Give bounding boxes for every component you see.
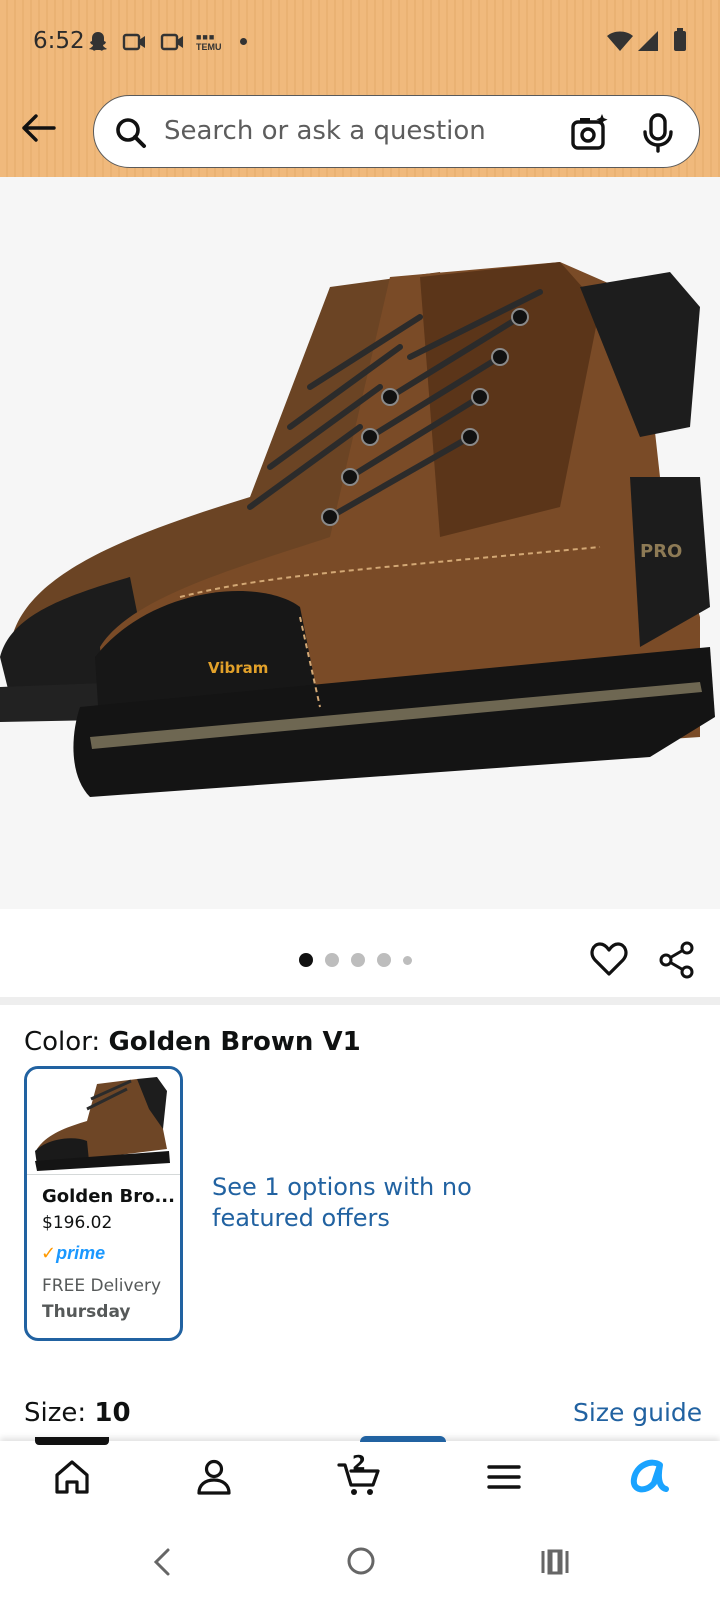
gallery-controls	[0, 909, 720, 997]
size-selector-label: Size: 10	[24, 1398, 131, 1428]
camera-search-button[interactable]	[570, 113, 610, 158]
carousel-dots[interactable]	[299, 953, 412, 967]
hamburger-menu-icon	[487, 1465, 521, 1489]
prime-badge: ✓prime	[41, 1243, 106, 1263]
nav-cart[interactable]: 2	[330, 1451, 390, 1507]
wifi-icon	[606, 30, 634, 57]
chevron-left-icon	[153, 1548, 170, 1576]
circle-home-icon	[347, 1547, 375, 1575]
swatch-price: $196.02	[42, 1213, 113, 1233]
nav-menu[interactable]	[474, 1457, 534, 1507]
size-label: Size:	[24, 1398, 95, 1428]
camera-sparkle-icon	[571, 114, 608, 150]
rufus-ai-icon	[630, 1459, 669, 1493]
heart-icon	[590, 942, 628, 976]
status-bar: 6:52 ■■■ TEMU	[0, 0, 720, 84]
scroll-peek-element	[360, 1436, 446, 1442]
app-header: 6:52 ■■■ TEMU Search or ask a question	[0, 0, 720, 177]
home-icon	[55, 1460, 89, 1494]
svg-text:Vibram: Vibram	[208, 659, 268, 677]
system-home-button[interactable]	[346, 1546, 376, 1581]
search-bar[interactable]: Search or ask a question	[93, 95, 700, 168]
temu-app-icon: ■■■ TEMU	[196, 32, 222, 52]
share-icon	[659, 941, 694, 979]
color-swatch-golden-brown[interactable]: Golden Bro... $196.02 ✓prime FREE Delive…	[24, 1066, 183, 1341]
nav-account[interactable]	[184, 1457, 244, 1507]
color-label: Color:	[24, 1027, 109, 1057]
size-guide-link[interactable]: Size guide	[573, 1398, 702, 1427]
recents-icon	[541, 1549, 569, 1575]
search-icon	[114, 116, 148, 155]
back-button[interactable]	[16, 106, 60, 150]
active-tab-indicator	[35, 1437, 109, 1445]
section-divider	[0, 997, 720, 1005]
see-options-link[interactable]: See 1 options with no featured offers	[212, 1172, 472, 1234]
bottom-navigation: 2	[0, 1436, 720, 1521]
swatch-delivery-day: Thursday	[42, 1302, 131, 1322]
color-value: Golden Brown V1	[108, 1027, 361, 1057]
person-icon	[197, 1459, 231, 1495]
prime-check-icon: ✓	[41, 1243, 57, 1263]
status-time: 6:52	[33, 28, 85, 54]
carousel-dot-3[interactable]	[351, 953, 365, 967]
voice-search-button[interactable]	[640, 113, 676, 158]
video-call-icon	[122, 30, 148, 59]
color-selector-label: Color: Golden Brown V1	[24, 1027, 361, 1057]
battery-icon	[673, 28, 687, 57]
system-back-button[interactable]	[150, 1547, 174, 1582]
carousel-dot-5[interactable]	[403, 955, 412, 965]
carousel-dot-4[interactable]	[377, 953, 391, 967]
video-call-icon-2	[160, 30, 186, 59]
search-input[interactable]: Search or ask a question	[164, 116, 486, 146]
amazon-product-page: 6:52 ■■■ TEMU Search or ask a question V…	[0, 0, 720, 1600]
cart-count-badge: 2	[352, 1451, 366, 1475]
swatch-delivery: FREE Delivery	[42, 1276, 162, 1296]
notification-dot	[240, 38, 247, 45]
share-button[interactable]	[658, 941, 696, 984]
system-recents-button[interactable]	[540, 1547, 570, 1582]
cellular-signal-icon	[636, 30, 660, 57]
system-navigation-bar	[0, 1521, 720, 1600]
boot-thumbnail-image	[35, 1077, 170, 1171]
swatch-name: Golden Bro...	[42, 1186, 175, 1207]
product-image-carousel[interactable]: Vibram PRO	[0, 177, 720, 909]
work-boot-image: Vibram PRO	[0, 262, 715, 797]
nav-rufus-ai[interactable]	[618, 1457, 678, 1507]
carousel-dot-1[interactable]	[299, 953, 313, 967]
back-arrow-icon	[22, 114, 56, 142]
carousel-dot-2[interactable]	[325, 953, 339, 967]
wishlist-button[interactable]	[590, 941, 628, 982]
snapchat-icon	[86, 30, 110, 59]
nav-home[interactable]	[42, 1457, 102, 1507]
svg-text:PRO: PRO	[640, 541, 682, 562]
swatch-thumbnail	[27, 1069, 180, 1175]
size-value: 10	[94, 1398, 131, 1428]
microphone-icon	[643, 113, 673, 153]
